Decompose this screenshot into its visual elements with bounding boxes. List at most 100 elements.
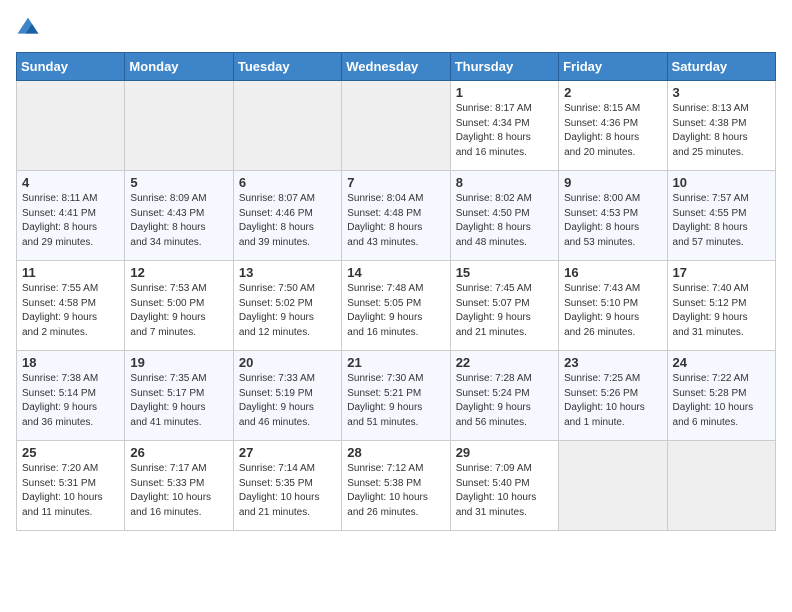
day-info: Sunrise: 7:28 AM Sunset: 5:24 PM Dayligh… xyxy=(456,372,553,430)
day-number: 23 xyxy=(564,355,661,370)
calendar-week-row: 18Sunrise: 7:38 AM Sunset: 5:14 PM Dayli… xyxy=(17,351,776,441)
day-number: 28 xyxy=(347,445,444,460)
day-info: Sunrise: 7:50 AM Sunset: 5:02 PM Dayligh… xyxy=(239,282,336,340)
day-info: Sunrise: 7:22 AM Sunset: 5:28 PM Dayligh… xyxy=(673,372,770,430)
day-number: 1 xyxy=(456,85,553,100)
calendar-table: SundayMondayTuesdayWednesdayThursdayFrid… xyxy=(16,52,776,531)
calendar-week-row: 25 Sunrise: 7:20 AM Sunset: 5:31 PM Dayli… xyxy=(17,441,776,531)
weekday-header: Saturday xyxy=(667,53,775,81)
day-number: 14 xyxy=(347,265,444,280)
weekday-header-row: SundayMondayTuesdayWednesdayThursdayFrid… xyxy=(17,53,776,81)
calendar-cell: 22 Sunrise: 7:28 AM Sunset: 5:24 PM Dayli… xyxy=(450,351,558,441)
calendar-cell: 26Sunrise: 7:17 AM Sunset: 5:33 PM Dayli… xyxy=(125,441,233,531)
day-number: 25 xyxy=(22,445,119,460)
day-number: 29 xyxy=(456,445,553,460)
page-header xyxy=(16,16,776,40)
day-number: 19 xyxy=(130,355,227,370)
day-number: 13 xyxy=(239,265,336,280)
calendar-cell xyxy=(667,441,775,531)
calendar-cell: 29 Sunrise: 7:09 AM Sunset: 5:40 PM Dayli… xyxy=(450,441,558,531)
day-info: Sunrise: 7:09 AM Sunset: 5:40 PM Dayligh… xyxy=(456,462,553,520)
day-info: Sunrise: 7:12 AM Sunset: 5:38 PM Dayligh… xyxy=(347,462,444,520)
calendar-cell: 6 Sunrise: 8:07 AM Sunset: 4:46 PM Daylig… xyxy=(233,171,341,261)
day-number: 11 xyxy=(22,265,119,280)
weekday-header: Friday xyxy=(559,53,667,81)
day-number: 10 xyxy=(673,175,770,190)
calendar-cell: 28 Sunrise: 7:12 AM Sunset: 5:38 PM Dayli… xyxy=(342,441,450,531)
calendar-cell: 24 Sunrise: 7:22 AM Sunset: 5:28 PM Dayli… xyxy=(667,351,775,441)
calendar-cell: 8 Sunrise: 8:02 AM Sunset: 4:50 PM Daylig… xyxy=(450,171,558,261)
day-info: Sunrise: 8:11 AM Sunset: 4:41 PM Dayligh… xyxy=(22,192,119,250)
day-info: Sunrise: 7:40 AM Sunset: 5:12 PM Dayligh… xyxy=(673,282,770,340)
day-number: 6 xyxy=(239,175,336,190)
day-number: 18 xyxy=(22,355,119,370)
day-info: Sunrise: 7:14 AM Sunset: 5:35 PM Dayligh… xyxy=(239,462,336,520)
calendar-week-row: 1 Sunrise: 8:17 AM Sunset: 4:34 PM Daylig… xyxy=(17,81,776,171)
calendar-cell: 21Sunrise: 7:30 AM Sunset: 5:21 PM Dayli… xyxy=(342,351,450,441)
weekday-header: Wednesday xyxy=(342,53,450,81)
day-number: 17 xyxy=(673,265,770,280)
calendar-cell: 2Sunrise: 8:15 AM Sunset: 4:36 PM Daylig… xyxy=(559,81,667,171)
calendar-cell: 3 Sunrise: 8:13 AM Sunset: 4:38 PM Daylig… xyxy=(667,81,775,171)
calendar-cell: 7 Sunrise: 8:04 AM Sunset: 4:48 PM Daylig… xyxy=(342,171,450,261)
weekday-header: Sunday xyxy=(17,53,125,81)
calendar-cell: 1 Sunrise: 8:17 AM Sunset: 4:34 PM Daylig… xyxy=(450,81,558,171)
day-number: 20 xyxy=(239,355,336,370)
weekday-header: Thursday xyxy=(450,53,558,81)
calendar-cell: 25 Sunrise: 7:20 AM Sunset: 5:31 PM Dayli… xyxy=(17,441,125,531)
day-number: 9 xyxy=(564,175,661,190)
day-info: Sunrise: 7:35 AM Sunset: 5:17 PM Dayligh… xyxy=(130,372,227,430)
day-number: 21 xyxy=(347,355,444,370)
calendar-cell: 10 Sunrise: 7:57 AM Sunset: 4:55 PM Dayli… xyxy=(667,171,775,261)
day-info: Sunrise: 7:33 AM Sunset: 5:19 PM Dayligh… xyxy=(239,372,336,430)
day-info: Sunrise: 8:04 AM Sunset: 4:48 PM Dayligh… xyxy=(347,192,444,250)
day-number: 7 xyxy=(347,175,444,190)
day-info: Sunrise: 8:07 AM Sunset: 4:46 PM Dayligh… xyxy=(239,192,336,250)
calendar-cell xyxy=(17,81,125,171)
day-info: Sunrise: 7:43 AM Sunset: 5:10 PM Dayligh… xyxy=(564,282,661,340)
calendar-cell xyxy=(559,441,667,531)
weekday-header: Monday xyxy=(125,53,233,81)
day-number: 3 xyxy=(673,85,770,100)
calendar-cell: 20 Sunrise: 7:33 AM Sunset: 5:19 PM Dayli… xyxy=(233,351,341,441)
day-info: Sunrise: 8:13 AM Sunset: 4:38 PM Dayligh… xyxy=(673,102,770,160)
calendar-cell: 18Sunrise: 7:38 AM Sunset: 5:14 PM Dayli… xyxy=(17,351,125,441)
calendar-week-row: 4 Sunrise: 8:11 AM Sunset: 4:41 PM Daylig… xyxy=(17,171,776,261)
calendar-cell: 23 Sunrise: 7:25 AM Sunset: 5:26 PM Dayli… xyxy=(559,351,667,441)
day-number: 26 xyxy=(130,445,227,460)
day-info: Sunrise: 8:09 AM Sunset: 4:43 PM Dayligh… xyxy=(130,192,227,250)
day-number: 5 xyxy=(130,175,227,190)
calendar-cell: 12 Sunrise: 7:53 AM Sunset: 5:00 PM Dayli… xyxy=(125,261,233,351)
day-info: Sunrise: 7:20 AM Sunset: 5:31 PM Dayligh… xyxy=(22,462,119,520)
weekday-header: Tuesday xyxy=(233,53,341,81)
day-info: Sunrise: 7:25 AM Sunset: 5:26 PM Dayligh… xyxy=(564,372,661,430)
calendar-cell xyxy=(342,81,450,171)
day-number: 4 xyxy=(22,175,119,190)
day-number: 12 xyxy=(130,265,227,280)
day-number: 24 xyxy=(673,355,770,370)
day-number: 8 xyxy=(456,175,553,190)
day-info: Sunrise: 8:00 AM Sunset: 4:53 PM Dayligh… xyxy=(564,192,661,250)
calendar-week-row: 11 Sunrise: 7:55 AM Sunset: 4:58 PM Dayli… xyxy=(17,261,776,351)
calendar-cell: 4 Sunrise: 8:11 AM Sunset: 4:41 PM Daylig… xyxy=(17,171,125,261)
calendar-cell: 11 Sunrise: 7:55 AM Sunset: 4:58 PM Dayli… xyxy=(17,261,125,351)
day-info: Sunrise: 8:17 AM Sunset: 4:34 PM Dayligh… xyxy=(456,102,553,160)
calendar-cell: 15 Sunrise: 7:45 AM Sunset: 5:07 PM Dayli… xyxy=(450,261,558,351)
calendar-cell: 17 Sunrise: 7:40 AM Sunset: 5:12 PM Dayli… xyxy=(667,261,775,351)
logo xyxy=(16,16,44,40)
day-info: Sunrise: 8:15 AM Sunset: 4:36 PM Dayligh… xyxy=(564,102,661,160)
day-info: Sunrise: 7:57 AM Sunset: 4:55 PM Dayligh… xyxy=(673,192,770,250)
day-number: 15 xyxy=(456,265,553,280)
day-info: Sunrise: 8:02 AM Sunset: 4:50 PM Dayligh… xyxy=(456,192,553,250)
day-number: 16 xyxy=(564,265,661,280)
day-number: 27 xyxy=(239,445,336,460)
calendar-cell: 14Sunrise: 7:48 AM Sunset: 5:05 PM Dayli… xyxy=(342,261,450,351)
day-number: 22 xyxy=(456,355,553,370)
logo-icon xyxy=(16,16,40,40)
calendar-cell: 9 Sunrise: 8:00 AM Sunset: 4:53 PM Daylig… xyxy=(559,171,667,261)
day-info: Sunrise: 7:45 AM Sunset: 5:07 PM Dayligh… xyxy=(456,282,553,340)
calendar-cell xyxy=(125,81,233,171)
calendar-cell: 5 Sunrise: 8:09 AM Sunset: 4:43 PM Daylig… xyxy=(125,171,233,261)
day-info: Sunrise: 7:53 AM Sunset: 5:00 PM Dayligh… xyxy=(130,282,227,340)
day-info: Sunrise: 7:55 AM Sunset: 4:58 PM Dayligh… xyxy=(22,282,119,340)
